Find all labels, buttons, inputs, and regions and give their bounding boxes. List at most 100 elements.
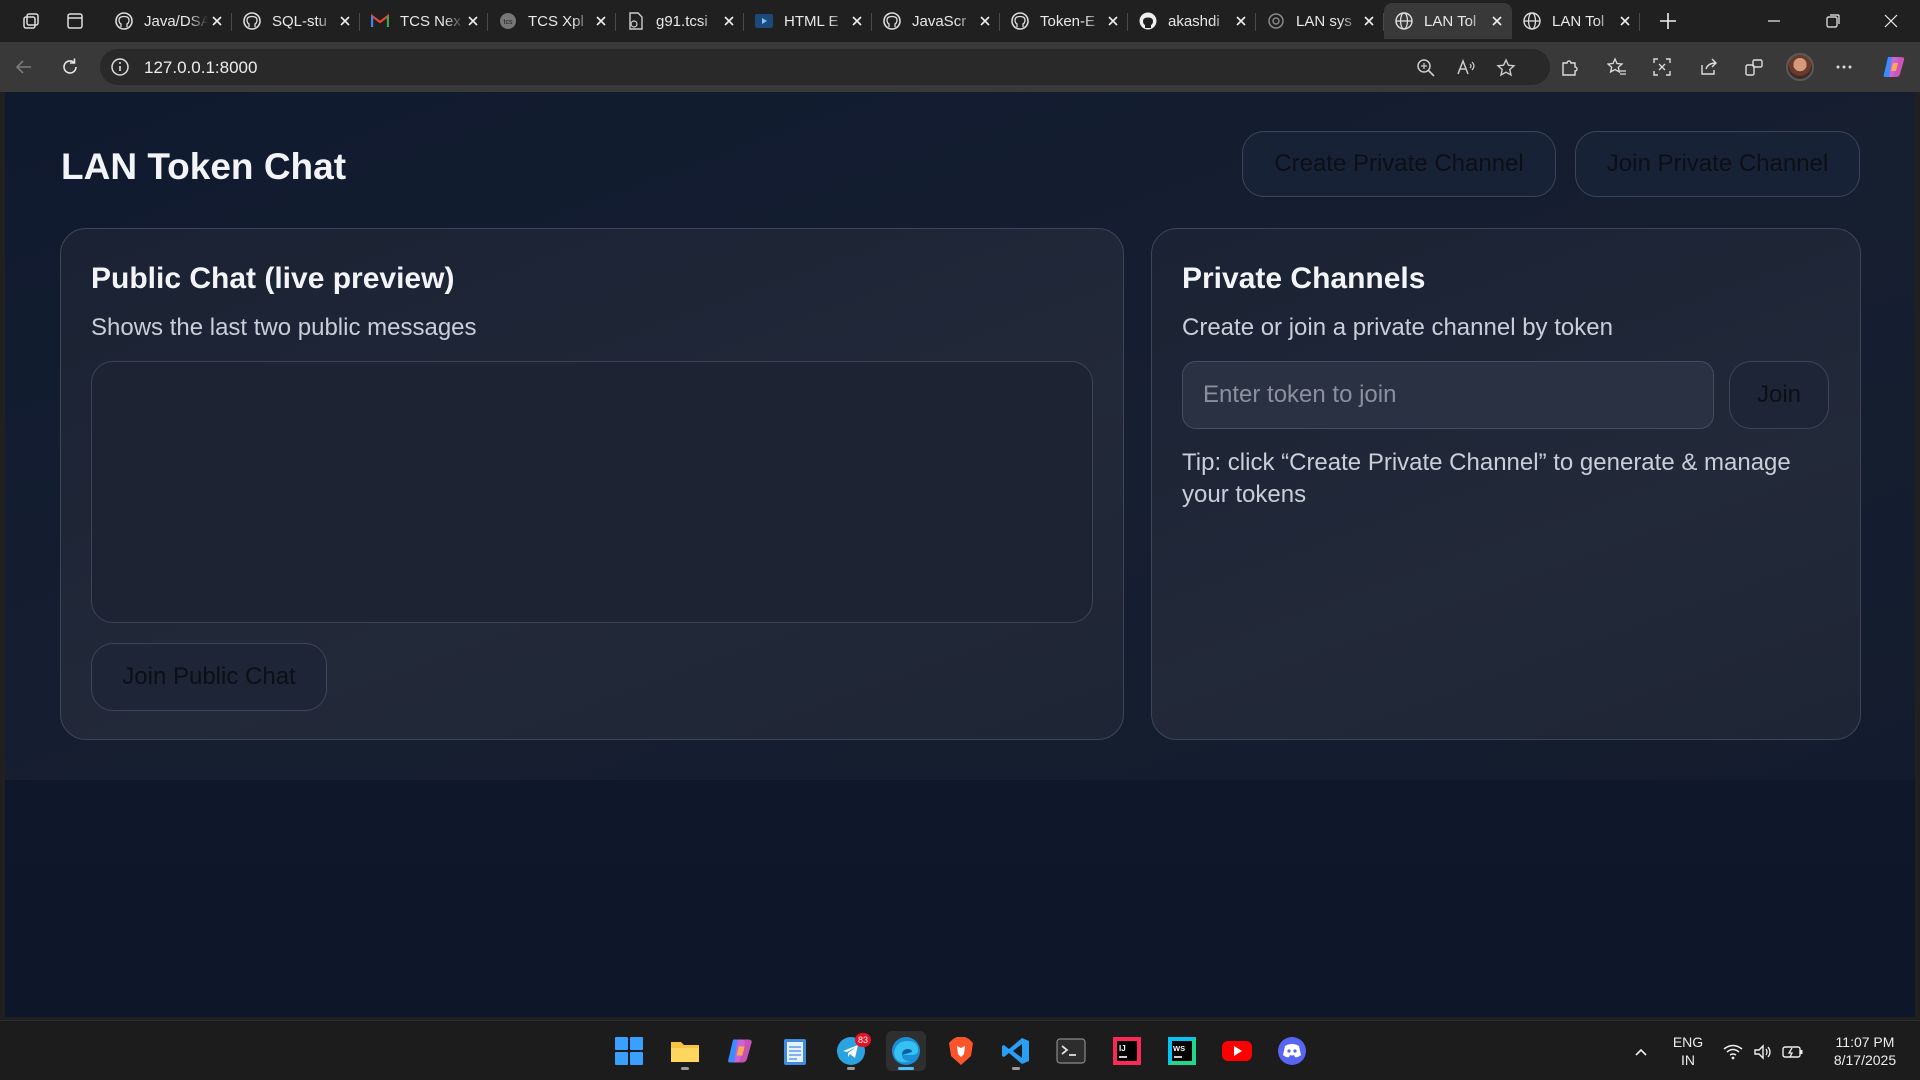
extensions-button[interactable] [1553,51,1585,83]
start-button[interactable] [609,1031,649,1071]
tab-sql-stu[interactable]: SQL-stu [232,3,360,39]
more-options-icon [1836,65,1852,69]
close-icon[interactable] [1360,12,1378,30]
clock[interactable]: 11:07 PM 8/17/2025 [1815,1033,1915,1069]
notification-badge: 83 [855,1033,871,1047]
address-bar[interactable]: 127.0.0.1:8000 [100,49,1550,85]
taskbar-terminal[interactable] [1051,1031,1091,1071]
public-chat-subtitle: Shows the last two public messages [91,314,477,341]
close-icon[interactable] [720,12,738,30]
tab-lan-token-chat-active[interactable]: LAN Tol [1384,3,1512,39]
brave-icon [949,1037,973,1065]
github-icon [114,11,134,31]
extensions-icon [1562,60,1578,76]
copilot-button[interactable] [1878,51,1910,83]
join-token-button[interactable]: Join [1729,361,1829,429]
taskbar-edge[interactable] [886,1031,926,1071]
close-icon[interactable] [464,12,482,30]
windows-taskbar: 83 IJ WS ENG IN 11:07 PM 8/17/2025 [0,1020,1920,1080]
show-hidden-icons-chevron-up-icon[interactable] [1630,1041,1652,1063]
refresh-button[interactable] [54,51,86,83]
vertical-tabs-icon[interactable] [59,6,91,36]
minimize-button[interactable] [1745,0,1803,42]
close-icon[interactable] [336,12,354,30]
close-icon[interactable] [1104,12,1122,30]
profile-avatar[interactable] [1786,53,1814,81]
youtube-icon [1222,1041,1252,1061]
taskbar-telegram[interactable]: 83 [831,1031,871,1071]
tab-html-e[interactable]: HTML E [744,3,872,39]
private-channels-subtitle: Create or join a private channel by toke… [1182,314,1613,341]
site-info-icon[interactable] [110,57,130,77]
new-tab-button[interactable] [1652,6,1684,36]
edge-icon [892,1037,920,1065]
taskbar-intellij[interactable]: IJ [1107,1031,1147,1071]
wifi-icon[interactable] [1722,1041,1744,1063]
close-icon[interactable] [1232,12,1250,30]
collections-button[interactable] [1738,51,1770,83]
taskbar-copilot[interactable] [720,1031,760,1071]
close-icon[interactable] [208,12,226,30]
workspaces-icon[interactable] [15,6,47,36]
file-explorer-icon [671,1042,699,1062]
tab-g91-tcs[interactable]: g91.tcsi [616,3,744,39]
tab-title: LAN sys [1296,12,1352,30]
token-input[interactable] [1182,361,1714,429]
create-private-channel-button[interactable]: Create Private Channel [1242,131,1556,197]
taskbar-notepad[interactable] [775,1031,815,1071]
tab-title: TCS Xpl [528,12,584,30]
tab-java-dsa[interactable]: Java/DSA [104,3,232,39]
tab-title: LAN Tol [1424,12,1477,30]
tab-tcs-xplore[interactable]: tcs TCS Xpl [488,3,616,39]
favorite-star-icon[interactable] [1494,56,1518,80]
join-public-chat-button[interactable]: Join Public Chat [91,643,327,711]
taskbar-brave[interactable] [941,1031,981,1071]
tab-tcs-next[interactable]: TCS Nex [360,3,488,39]
tab-token-e[interactable]: Token-E [1000,3,1128,39]
close-icon[interactable] [592,12,610,30]
favorites-button[interactable] [1601,51,1633,83]
close-icon[interactable] [1616,12,1634,30]
taskbar-webstorm[interactable]: WS [1162,1031,1202,1071]
github-icon [882,11,902,31]
screenshot-icon [1653,58,1671,76]
language-code: ENG [1672,1034,1704,1050]
share-icon [1701,58,1717,75]
taskbar-youtube[interactable] [1217,1031,1257,1071]
close-icon [1884,14,1898,28]
notepad-icon [784,1039,806,1065]
date-text: 8/17/2025 [1833,1052,1897,1068]
share-button[interactable] [1693,51,1725,83]
app-container: LAN Token Chat Create Private Channel Jo… [5,92,1915,780]
tab-title: Token-E [1040,12,1096,30]
back-button[interactable] [8,51,40,83]
tab-javascript[interactable]: JavaScr [872,3,1000,39]
taskbar-discord[interactable] [1272,1031,1312,1071]
webstorm-icon: WS [1168,1037,1196,1065]
tab-lan-token-chat[interactable]: LAN Tol [1512,3,1640,39]
browser-toolbar: 127.0.0.1:8000 [0,42,1920,92]
close-window-button[interactable] [1862,0,1920,42]
gmail-icon [370,11,390,31]
taskbar-file-explorer[interactable] [665,1031,705,1071]
settings-menu-button[interactable] [1828,51,1860,83]
join-private-channel-button[interactable]: Join Private Channel [1575,131,1860,197]
read-aloud-icon[interactable] [1454,56,1478,80]
tab-lan-system[interactable]: LAN sys [1256,3,1384,39]
close-icon[interactable] [848,12,866,30]
tip-text: Tip: click “Create Private Channel” to g… [1182,449,1791,508]
screenshot-button[interactable] [1646,51,1678,83]
address-url[interactable]: 127.0.0.1:8000 [144,58,257,78]
discord-icon [1278,1037,1306,1065]
language-indicator[interactable]: ENG IN [1664,1033,1712,1069]
battery-charging-icon[interactable] [1782,1041,1804,1063]
close-icon[interactable] [976,12,994,30]
github-icon [242,11,262,31]
restore-button[interactable] [1804,0,1862,42]
tab-list: Java/DSA SQL-stu TCS Nex tcs TCS Xpl g91… [104,3,1640,41]
taskbar-vscode[interactable] [996,1031,1036,1071]
close-icon[interactable] [1488,12,1506,30]
volume-icon[interactable] [1752,1041,1774,1063]
tab-akashdi[interactable]: akashdi [1128,3,1256,39]
zoom-icon[interactable] [1414,56,1438,80]
